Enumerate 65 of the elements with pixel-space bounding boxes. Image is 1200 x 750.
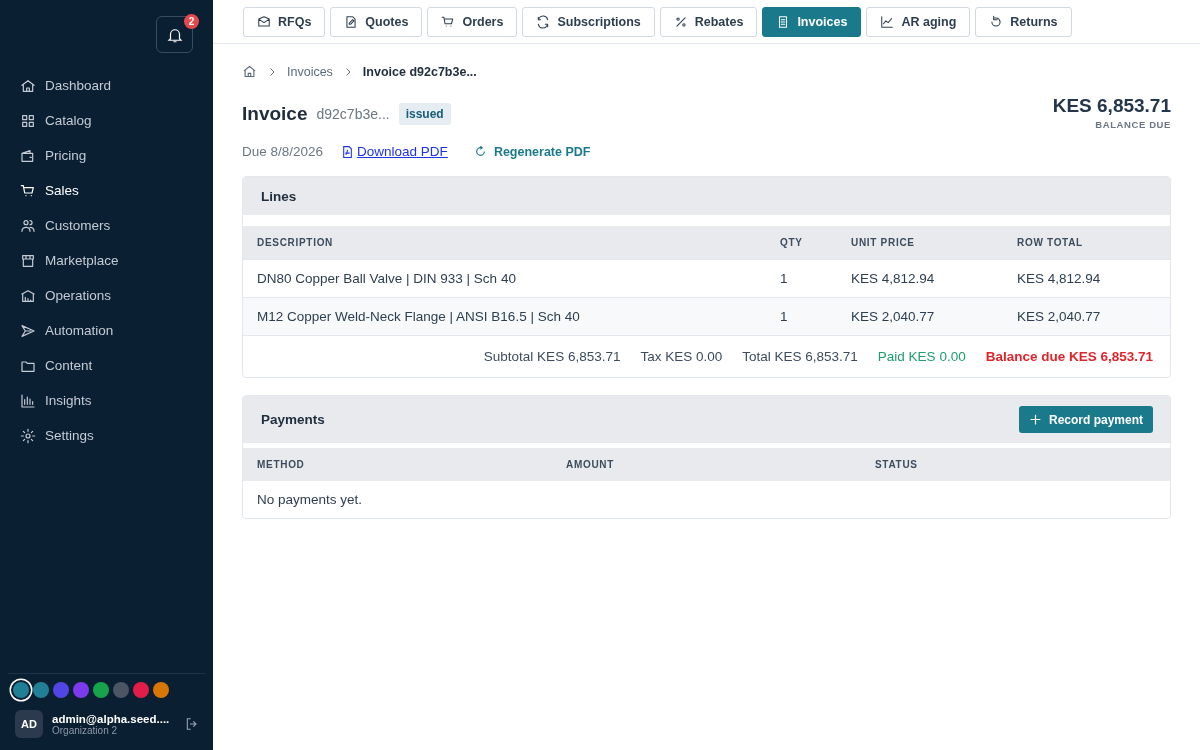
sidebar-item[interactable]: Settings bbox=[20, 418, 213, 453]
column-header: STATUS bbox=[861, 448, 1170, 481]
sidebar-item[interactable]: Sales bbox=[20, 173, 213, 208]
color-swatch[interactable] bbox=[33, 682, 49, 698]
color-swatch[interactable] bbox=[133, 682, 149, 698]
total-text: Paid KES 0.00 bbox=[877, 349, 966, 364]
tab[interactable]: Invoices bbox=[762, 7, 862, 37]
sidebar-item[interactable]: Insights bbox=[20, 383, 213, 418]
sidebar-item[interactable]: Catalog bbox=[20, 103, 213, 138]
breadcrumb-link[interactable]: Invoices bbox=[287, 64, 333, 79]
due-date: Due 8/8/2026 bbox=[242, 144, 324, 159]
record-payment-button[interactable]: Record payment bbox=[1018, 406, 1153, 433]
balance-amount: KES 6,853.71 bbox=[1052, 95, 1171, 117]
color-swatch[interactable] bbox=[93, 682, 109, 698]
regenerate-pdf-button[interactable]: Regenerate PDF bbox=[473, 144, 591, 159]
sidebar-item[interactable]: Content bbox=[20, 348, 213, 383]
table-cell: 1 bbox=[766, 297, 837, 335]
tab[interactable]: AR aging bbox=[866, 7, 971, 37]
breadcrumb-link[interactable]: Invoice d92c7b3e... bbox=[362, 64, 477, 79]
file-icon bbox=[341, 144, 355, 159]
status-badge: issued bbox=[398, 103, 451, 125]
balance-label: BALANCE DUE bbox=[1095, 119, 1171, 130]
sidebar-item[interactable]: Automation bbox=[20, 313, 213, 348]
table-cell: KES 2,040.77 bbox=[1003, 297, 1170, 335]
sidebar-item[interactable]: Customers bbox=[20, 208, 213, 243]
sidebar-item[interactable]: Pricing bbox=[20, 138, 213, 173]
column-header: AMOUNT bbox=[552, 448, 861, 481]
table-cell: M12 Copper Weld-Neck Flange | ANSI B16.5 | Sch 40 bbox=[243, 297, 766, 335]
tab[interactable]: Quotes bbox=[330, 7, 423, 37]
total-text: Subtotal KES 6,853.71 bbox=[483, 349, 621, 364]
table-cell: KES 2,040.77 bbox=[837, 297, 1003, 335]
invoice-id: d92c7b3e... bbox=[316, 106, 390, 122]
home-icon[interactable] bbox=[242, 64, 257, 79]
tab[interactable]: Rebates bbox=[659, 7, 758, 37]
color-swatch[interactable] bbox=[153, 682, 169, 698]
tab[interactable]: RFQs bbox=[243, 7, 326, 37]
user-avatar: AD bbox=[15, 710, 43, 738]
section-title: Lines bbox=[261, 188, 297, 204]
total-text: Tax KES 0.00 bbox=[640, 349, 723, 364]
color-swatch[interactable] bbox=[53, 682, 69, 698]
plus-icon bbox=[1028, 413, 1042, 426]
column-header: METHOD bbox=[243, 448, 552, 481]
total-text: Total KES 6,853.71 bbox=[742, 349, 858, 364]
total-text: Balance due KES 6,853.71 bbox=[985, 349, 1153, 364]
color-swatch[interactable] bbox=[113, 682, 129, 698]
column-header: ROW TOTAL bbox=[1003, 226, 1170, 260]
user-email: admin@alpha.seed.... bbox=[52, 712, 169, 725]
column-header: DESCRIPTION bbox=[243, 226, 766, 260]
download-pdf-link[interactable]: Download PDF bbox=[341, 144, 448, 159]
section-title: Payments bbox=[261, 412, 325, 427]
sidebar-item[interactable]: Operations bbox=[20, 278, 213, 313]
organization-name: Organization 2 bbox=[52, 724, 118, 736]
sidebar-item[interactable]: Dashboard bbox=[20, 68, 213, 103]
refresh-icon bbox=[473, 145, 487, 158]
column-header: UNIT PRICE bbox=[837, 226, 1003, 260]
tab[interactable]: Returns bbox=[975, 7, 1072, 37]
empty-message: No payments yet. bbox=[243, 481, 1170, 518]
tab[interactable]: Subscriptions bbox=[522, 7, 655, 37]
notification-count: 2 bbox=[184, 14, 199, 29]
color-swatch[interactable] bbox=[73, 682, 89, 698]
column-header: QTY bbox=[766, 226, 837, 260]
color-swatch[interactable] bbox=[13, 682, 29, 698]
tab[interactable]: Orders bbox=[427, 7, 518, 37]
invoice-title: Invoice bbox=[242, 103, 308, 125]
sidebar-item[interactable]: Marketplace bbox=[20, 243, 213, 278]
